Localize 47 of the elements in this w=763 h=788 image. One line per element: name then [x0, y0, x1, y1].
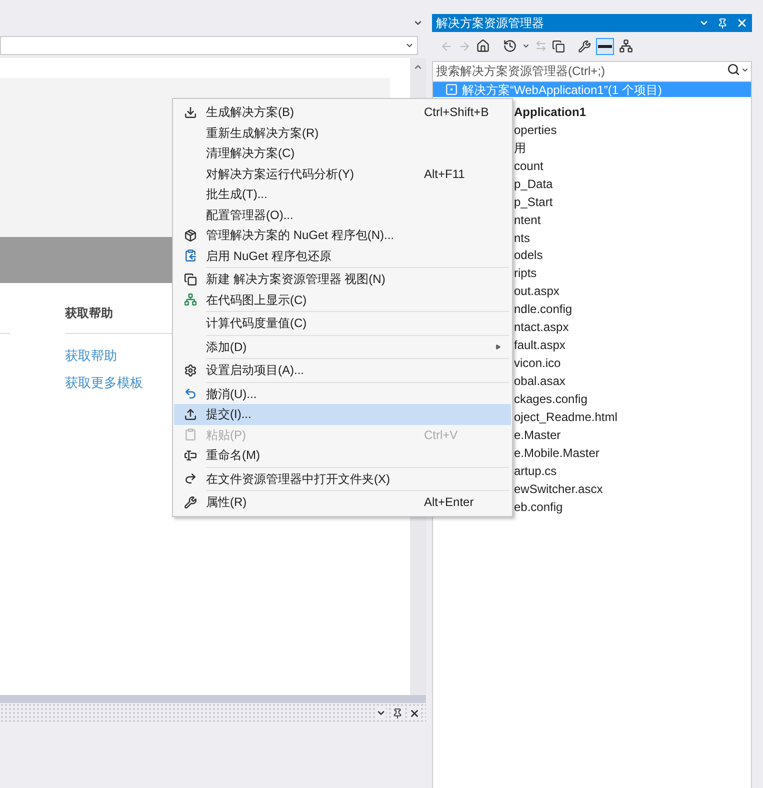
- download-tray-icon: [184, 106, 196, 119]
- diagram-icon[interactable]: [619, 39, 633, 53]
- pin-icon[interactable]: [392, 708, 403, 718]
- home-icon[interactable]: [476, 39, 490, 53]
- redo-arrow-icon: [184, 472, 196, 486]
- clipboard-icon: [184, 249, 196, 262]
- dropdown-field[interactable]: [0, 36, 418, 55]
- windows-icon: [184, 272, 196, 286]
- menu-item[interactable]: 生成解决方案(B) Ctrl+Shift+B: [174, 102, 511, 122]
- caret-icon: [405, 41, 414, 50]
- help-heading: 获取帮助: [65, 305, 113, 322]
- menu-item[interactable]: 配置管理器(O)...: [174, 204, 511, 225]
- menu-item[interactable]: 批生成(T)...: [174, 184, 511, 204]
- preview-button[interactable]: [596, 38, 614, 54]
- clipboard-icon: [184, 428, 196, 442]
- search-field[interactable]: 搜索解决方案资源管理器(Ctrl+;): [432, 60, 752, 82]
- close-icon[interactable]: [409, 708, 420, 718]
- undo-arrow-icon: [184, 387, 196, 400]
- menu-item[interactable]: 对解决方案运行代码分析(Y) Alt+F11: [174, 164, 511, 184]
- scroll-up-icon[interactable]: [413, 62, 423, 72]
- shortcut-label: Alt+F11: [424, 166, 465, 183]
- shortcut-label: Alt+Enter: [424, 494, 474, 512]
- collapse-icon[interactable]: [552, 40, 565, 52]
- menu-item[interactable]: 重命名(M): [174, 445, 511, 466]
- menu-item[interactable]: 重新生成解决方案(R): [174, 122, 511, 143]
- panel-title: 解决方案资源管理器: [436, 15, 544, 32]
- menu-item[interactable]: 管理解决方案的 NuGet 程序包(N)...: [174, 225, 511, 246]
- upload-icon: [184, 408, 196, 421]
- menu-item[interactable]: 提交(I)...: [174, 404, 511, 424]
- search-icon[interactable]: [727, 63, 740, 76]
- package-icon: [184, 228, 196, 242]
- menu-item[interactable]: 启用 NuGet 程序包还原: [174, 246, 511, 266]
- submenu-arrow-icon: [495, 344, 501, 350]
- gear-icon: [184, 364, 196, 377]
- menu-item[interactable]: 清理解决方案(C): [174, 143, 511, 164]
- dash-icon: [598, 44, 612, 48]
- solution-icon: [445, 83, 458, 96]
- menu-item[interactable]: 在代码图上显示(C): [174, 290, 511, 310]
- wrench-icon: [184, 496, 196, 509]
- shortcut-label: Ctrl+Shift+B: [424, 104, 489, 122]
- diagram-icon: [184, 293, 196, 306]
- caret-icon[interactable]: [741, 66, 749, 74]
- wrench-icon[interactable]: [578, 40, 591, 52]
- dropdown-arrow-icon[interactable]: [376, 708, 386, 718]
- text-cursor-icon: [184, 448, 196, 462]
- history-icon[interactable]: [503, 39, 517, 53]
- shortcut-label: Ctrl+V: [424, 426, 458, 444]
